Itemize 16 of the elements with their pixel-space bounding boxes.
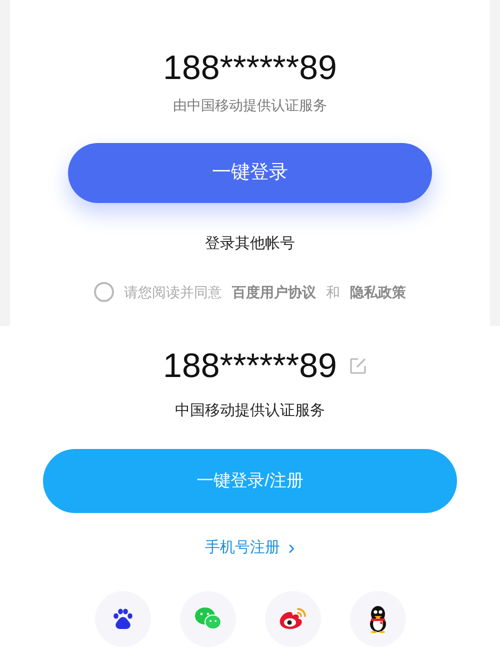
chat-bubbles-icon [194,606,222,632]
provider-text: 中国移动提供认证服务 [175,401,325,421]
phone-register-link[interactable]: 手机号注册 › [205,536,295,559]
weibo-eye-icon [278,606,308,632]
phone-number: 188******89 [163,48,337,89]
login-register-button[interactable]: 一键登录/注册 [43,448,457,512]
login-button[interactable]: 一键登录 [68,143,432,203]
provider-text: 由中国移动提供认证服务 [173,96,327,115]
privacy-link[interactable]: 隐私政策 [350,282,406,302]
paw-icon [110,607,134,631]
terms-link[interactable]: 百度用户协议 [232,282,316,302]
agreement-checkbox[interactable] [94,282,114,302]
phone-number: 188******89 [163,346,337,387]
other-account-link[interactable]: 登录其他帐号 [205,233,295,256]
joiner-text: 和 [326,282,340,302]
agreement-text: 请您阅读并同意 [124,282,222,302]
